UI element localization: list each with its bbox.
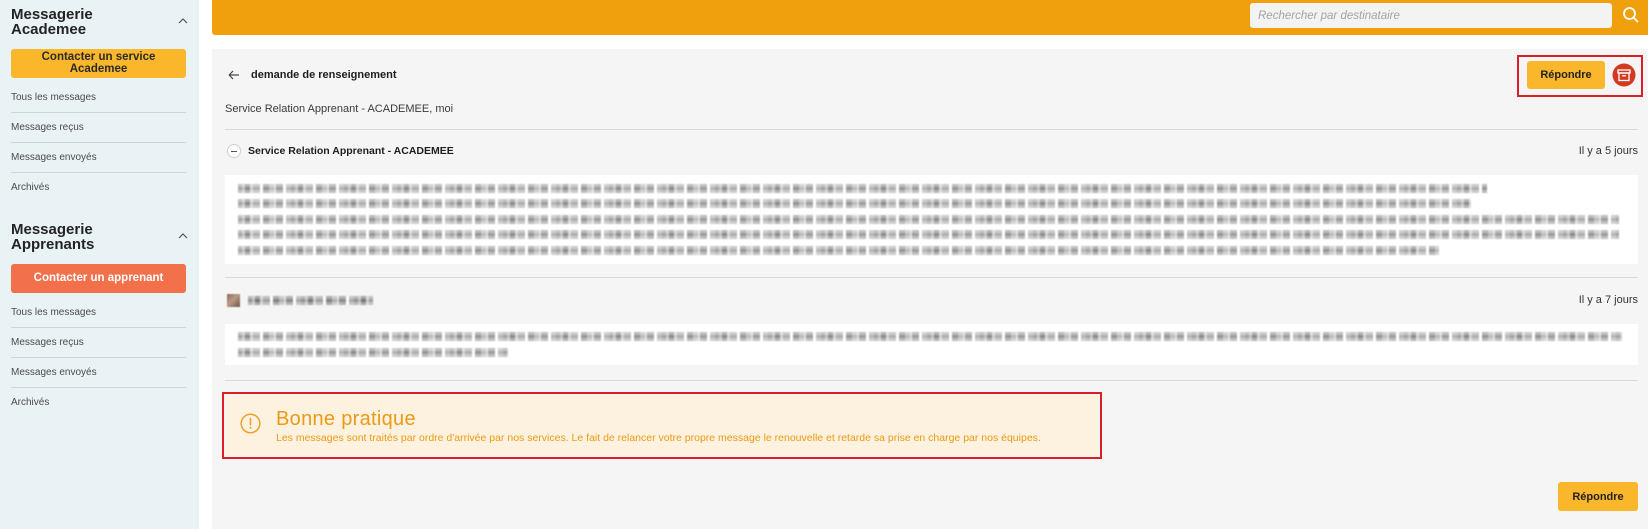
- sidebar-item-sent-apprenants[interactable]: Messages envoyés: [11, 358, 186, 388]
- conversation-subject: demande de renseignement: [251, 69, 397, 81]
- blurred-text-line: [238, 215, 1619, 224]
- sidebar-item-archived-apprenants[interactable]: Archivés: [11, 388, 186, 418]
- sidebar-item-received-apprenants[interactable]: Messages reçus: [11, 328, 186, 358]
- message-time: Il y a 7 jours: [1578, 294, 1638, 306]
- alert-circle-icon: [240, 413, 261, 434]
- sidebar-section-academee: Messagerie Academee Contacter un service…: [0, 0, 199, 212]
- sidebar: Messagerie Academee Contacter un service…: [0, 0, 199, 529]
- notice-title: Bonne pratique: [276, 408, 416, 430]
- blurred-text-line: [238, 184, 1487, 193]
- archive-icon[interactable]: [1612, 63, 1636, 87]
- divider: [225, 129, 1638, 130]
- blurred-sender-name: [248, 296, 373, 305]
- chevron-up-icon[interactable]: [178, 17, 188, 24]
- message-item: Il y a 7 jours: [225, 292, 1638, 365]
- message-header: Service Relation Apprenant - ACADEMEE Il…: [225, 143, 1638, 159]
- contact-apprenant-button[interactable]: Contacter un apprenant: [11, 264, 186, 293]
- avatar: [227, 294, 240, 307]
- message-sender: Service Relation Apprenant - ACADEMEE: [248, 145, 454, 157]
- message-body: [225, 324, 1638, 365]
- sidebar-menu-academee: Tous les messages Messages reçus Message…: [11, 83, 186, 203]
- message-item: Service Relation Apprenant - ACADEMEE Il…: [225, 143, 1638, 264]
- best-practice-notice: Bonne pratique Les messages sont traités…: [222, 392, 1102, 459]
- conversation-participants: Service Relation Apprenant - ACADEMEE, m…: [225, 103, 454, 115]
- message-time: Il y a 5 jours: [1578, 145, 1638, 157]
- sidebar-item-sent-academee[interactable]: Messages envoyés: [11, 143, 186, 173]
- search-icon[interactable]: [1621, 5, 1641, 25]
- sidebar-item-all-messages-apprenants[interactable]: Tous les messages: [11, 298, 186, 328]
- reply-button[interactable]: Répondre: [1527, 61, 1605, 89]
- contact-academee-button[interactable]: Contacter un service Academee: [11, 49, 186, 78]
- sidebar-section-apprenants: Messagerie Apprenants Contacter un appre…: [0, 215, 199, 427]
- message-header: Il y a 7 jours: [225, 292, 1638, 308]
- blurred-text-line: [238, 332, 1622, 341]
- section-header-academee[interactable]: Messagerie Academee: [11, 7, 193, 39]
- section-title-apprenants: Messagerie Apprenants: [11, 221, 95, 253]
- reply-button-bottom[interactable]: Répondre: [1558, 482, 1638, 511]
- divider: [225, 380, 1638, 381]
- sidebar-item-all-messages-academee[interactable]: Tous les messages: [11, 83, 186, 113]
- notice-text: Les messages sont traités par ordre d'ar…: [276, 432, 1041, 444]
- arrow-left-icon[interactable]: [228, 70, 240, 80]
- blurred-text-line: [238, 348, 508, 357]
- chevron-up-icon[interactable]: [178, 232, 188, 239]
- top-bar: [212, 0, 1648, 35]
- search-input[interactable]: [1250, 3, 1612, 28]
- blurred-text-line: [238, 246, 1439, 255]
- app-window: Messagerie Academee Contacter un service…: [0, 0, 1651, 529]
- blurred-text-line: [238, 199, 1471, 208]
- sidebar-item-archived-academee[interactable]: Archivés: [11, 173, 186, 203]
- blurred-text-line: [238, 230, 1619, 239]
- avatar: [227, 144, 241, 158]
- sidebar-item-received-academee[interactable]: Messages reçus: [11, 113, 186, 143]
- sidebar-menu-apprenants: Tous les messages Messages reçus Message…: [11, 298, 186, 418]
- divider: [225, 277, 1638, 278]
- message-body: [225, 175, 1638, 264]
- section-title-academee: Messagerie Academee: [11, 6, 93, 38]
- section-header-apprenants[interactable]: Messagerie Apprenants: [11, 222, 193, 254]
- conversation-panel: demande de renseignement Service Relatio…: [212, 49, 1648, 529]
